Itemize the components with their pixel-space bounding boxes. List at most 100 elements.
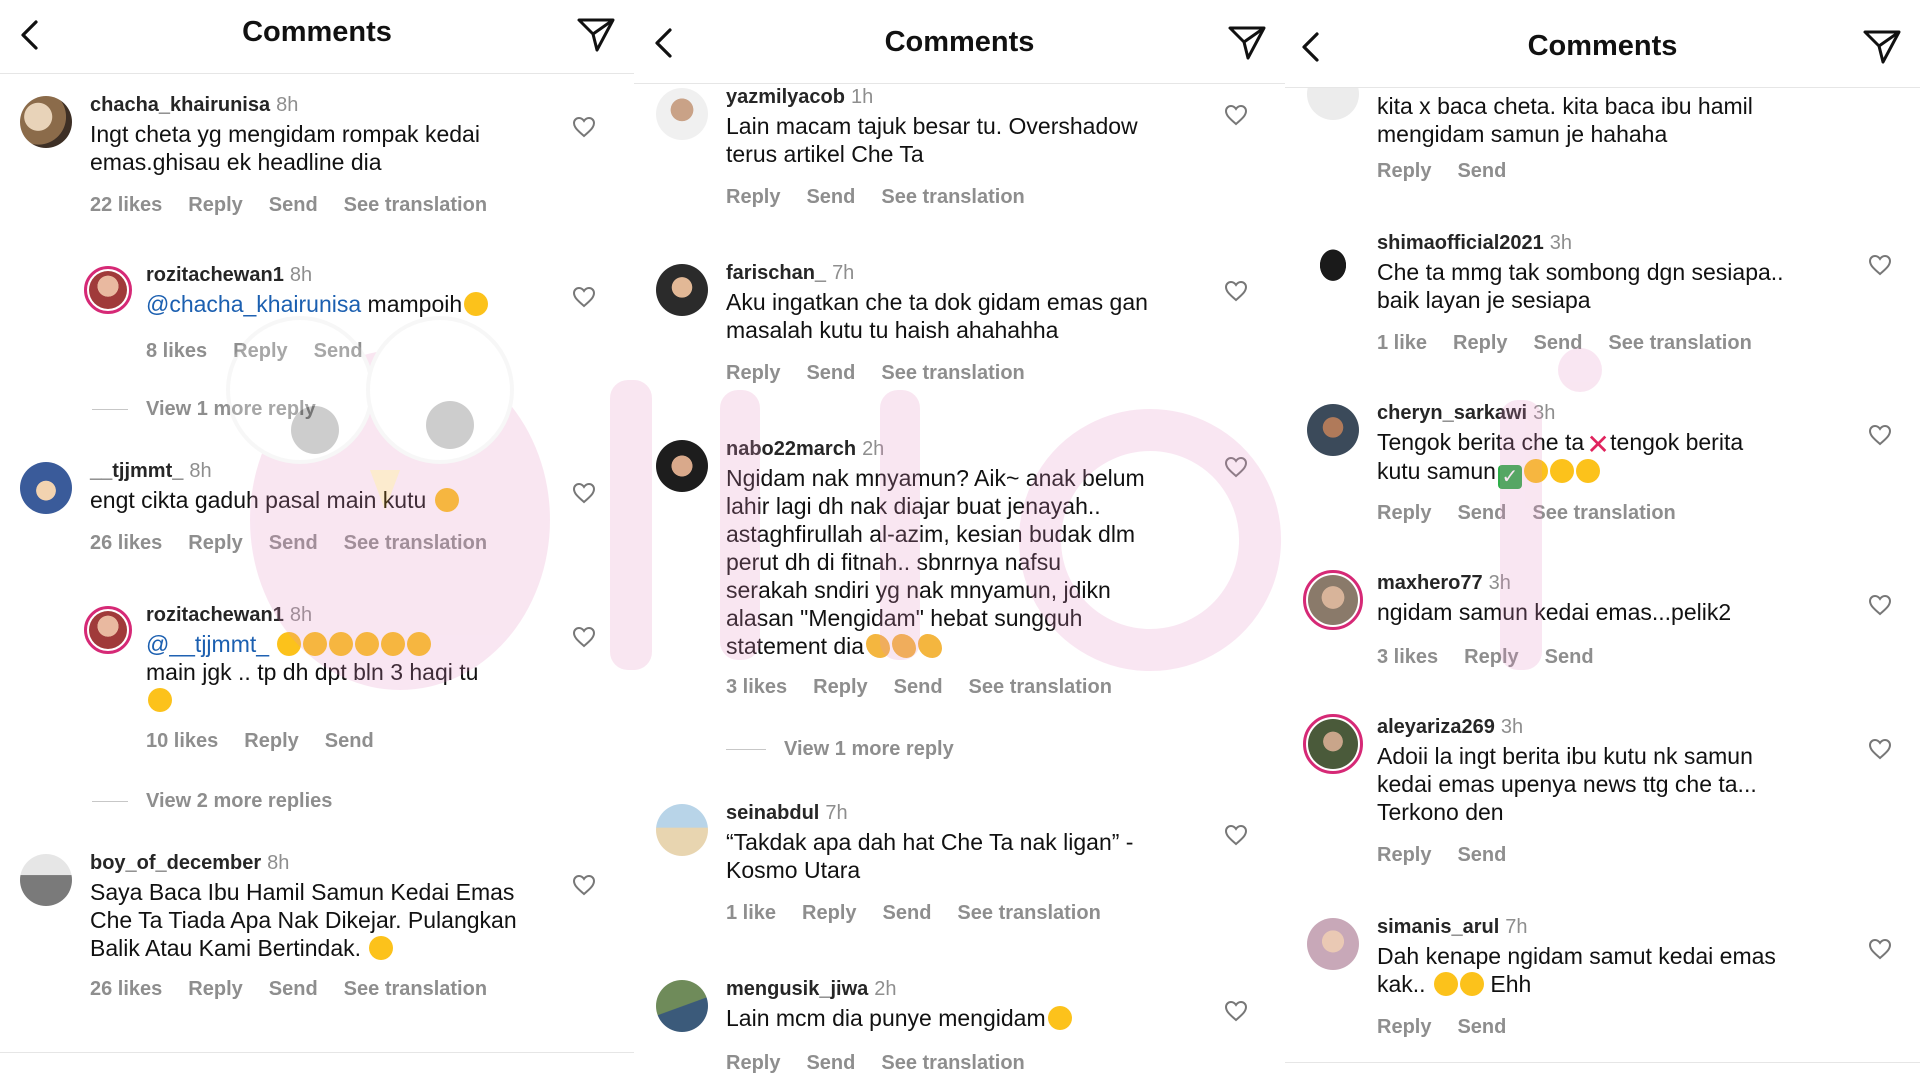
send-button[interactable]: Send xyxy=(1545,646,1594,668)
direct-send-icon[interactable] xyxy=(576,16,616,54)
reply-button[interactable]: Reply xyxy=(188,978,242,1000)
send-button[interactable]: Send xyxy=(269,978,318,1000)
reply-button[interactable]: Reply xyxy=(1377,160,1431,182)
reply-button[interactable]: Reply xyxy=(726,362,780,384)
username[interactable]: yazmilyacob xyxy=(726,86,845,108)
send-button[interactable]: Send xyxy=(269,194,318,216)
username[interactable]: __tjjmmt_ xyxy=(90,460,183,482)
reply-button[interactable]: Reply xyxy=(233,340,287,362)
avatar[interactable] xyxy=(20,96,72,148)
direct-send-icon[interactable] xyxy=(1862,28,1902,66)
like-heart-icon[interactable] xyxy=(1868,938,1892,960)
send-button[interactable]: Send xyxy=(1457,1016,1506,1038)
like-heart-icon[interactable] xyxy=(1224,280,1248,302)
send-button[interactable]: Send xyxy=(806,186,855,208)
like-heart-icon[interactable] xyxy=(572,874,596,896)
avatar[interactable] xyxy=(1307,404,1359,456)
send-button[interactable]: Send xyxy=(1457,844,1506,866)
username[interactable]: chacha_khairunisa xyxy=(90,94,270,116)
reply-button[interactable]: Reply xyxy=(1464,646,1518,668)
direct-send-icon[interactable] xyxy=(1227,24,1267,62)
username[interactable]: simanis_arul xyxy=(1377,916,1499,938)
see-translation-button[interactable]: See translation xyxy=(344,194,487,216)
reply-button[interactable]: Reply xyxy=(726,186,780,208)
username[interactable]: rozitachewan1 xyxy=(146,604,284,626)
avatar[interactable] xyxy=(84,606,132,654)
like-heart-icon[interactable] xyxy=(572,482,596,504)
avatar[interactable] xyxy=(84,266,132,314)
see-translation-button[interactable]: See translation xyxy=(957,902,1100,924)
see-translation-button[interactable]: See translation xyxy=(344,978,487,1000)
view-more-replies[interactable]: View 1 more reply xyxy=(92,398,316,421)
reply-button[interactable]: Reply xyxy=(813,676,867,698)
username[interactable]: rozitachewan1 xyxy=(146,264,284,286)
avatar[interactable] xyxy=(1307,918,1359,970)
mention-link[interactable]: @__tjjmmt_ xyxy=(146,631,269,657)
username[interactable]: cheryn_sarkawi xyxy=(1377,402,1527,424)
avatar[interactable] xyxy=(1303,570,1363,630)
avatar[interactable] xyxy=(1307,234,1359,286)
send-button[interactable]: Send xyxy=(1457,160,1506,182)
avatar[interactable] xyxy=(656,88,708,140)
likes-count[interactable]: 1 like xyxy=(726,902,776,924)
reply-button[interactable]: Reply xyxy=(802,902,856,924)
reply-button[interactable]: Reply xyxy=(1377,844,1431,866)
username[interactable]: boy_of_december xyxy=(90,852,261,874)
reply-button[interactable]: Reply xyxy=(1453,332,1507,354)
send-button[interactable]: Send xyxy=(894,676,943,698)
avatar[interactable] xyxy=(656,804,708,856)
mention-link[interactable]: @chacha_khairunisa xyxy=(146,291,361,317)
send-button[interactable]: Send xyxy=(883,902,932,924)
like-heart-icon[interactable] xyxy=(1868,424,1892,446)
likes-count[interactable]: 10 likes xyxy=(146,730,218,752)
like-heart-icon[interactable] xyxy=(1868,254,1892,276)
send-button[interactable]: Send xyxy=(1534,332,1583,354)
likes-count[interactable]: 26 likes xyxy=(90,978,162,1000)
like-heart-icon[interactable] xyxy=(1224,824,1248,846)
username[interactable]: shimaofficial2021 xyxy=(1377,232,1544,254)
reply-button[interactable]: Reply xyxy=(726,1052,780,1074)
reply-button[interactable]: Reply xyxy=(244,730,298,752)
likes-count[interactable]: 1 like xyxy=(1377,332,1427,354)
send-button[interactable]: Send xyxy=(806,1052,855,1074)
see-translation-button[interactable]: See translation xyxy=(881,1052,1024,1074)
send-button[interactable]: Send xyxy=(806,362,855,384)
view-more-replies[interactable]: View 1 more reply xyxy=(726,738,954,761)
avatar[interactable] xyxy=(656,264,708,316)
send-button[interactable]: Send xyxy=(325,730,374,752)
avatar[interactable] xyxy=(20,462,72,514)
like-heart-icon[interactable] xyxy=(1224,1000,1248,1022)
send-button[interactable]: Send xyxy=(269,532,318,554)
avatar[interactable] xyxy=(656,440,708,492)
avatar[interactable] xyxy=(656,980,708,1032)
like-heart-icon[interactable] xyxy=(1224,456,1248,478)
username[interactable]: mengusik_jiwa xyxy=(726,978,868,1000)
likes-count[interactable]: 8 likes xyxy=(146,340,207,362)
username[interactable]: nabo22march xyxy=(726,438,856,460)
see-translation-button[interactable]: See translation xyxy=(881,362,1024,384)
send-button[interactable]: Send xyxy=(1457,502,1506,524)
see-translation-button[interactable]: See translation xyxy=(969,676,1112,698)
reply-button[interactable]: Reply xyxy=(1377,502,1431,524)
send-button[interactable]: Send xyxy=(314,340,363,362)
like-heart-icon[interactable] xyxy=(1868,594,1892,616)
see-translation-button[interactable]: See translation xyxy=(344,532,487,554)
reply-button[interactable]: Reply xyxy=(188,194,242,216)
see-translation-button[interactable]: See translation xyxy=(881,186,1024,208)
like-heart-icon[interactable] xyxy=(572,116,596,138)
like-heart-icon[interactable] xyxy=(572,626,596,648)
likes-count[interactable]: 22 likes xyxy=(90,194,162,216)
reply-button[interactable]: Reply xyxy=(188,532,242,554)
avatar[interactable] xyxy=(1303,714,1363,774)
like-heart-icon[interactable] xyxy=(572,286,596,308)
view-more-replies[interactable]: View 2 more replies xyxy=(92,790,332,813)
likes-count[interactable]: 3 likes xyxy=(1377,646,1438,668)
like-heart-icon[interactable] xyxy=(1868,738,1892,760)
see-translation-button[interactable]: See translation xyxy=(1608,332,1751,354)
likes-count[interactable]: 3 likes xyxy=(726,676,787,698)
likes-count[interactable]: 26 likes xyxy=(90,532,162,554)
reply-button[interactable]: Reply xyxy=(1377,1016,1431,1038)
avatar[interactable] xyxy=(20,854,72,906)
username[interactable]: farischan_ xyxy=(726,262,826,284)
username[interactable]: maxhero77 xyxy=(1377,572,1483,594)
